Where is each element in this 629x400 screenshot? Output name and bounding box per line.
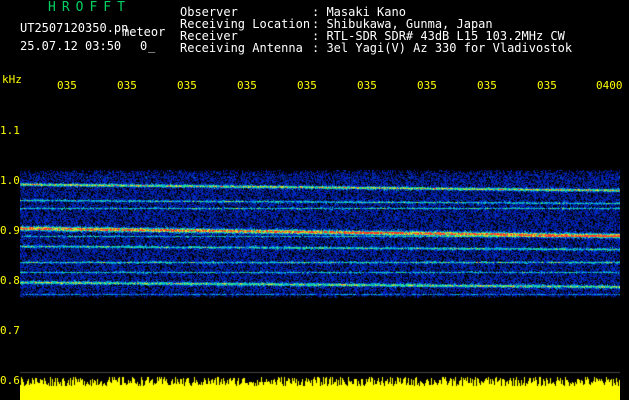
x-tick-label: 035 — [57, 79, 77, 92]
filename-label: UT2507120350.pn — [20, 21, 129, 35]
x-tick-label: 035 — [477, 79, 497, 92]
y-tick-label: 0.8 — [0, 274, 20, 287]
datetime-label: 25.07.12 03:50 — [20, 39, 122, 53]
x-tick-label: 035 — [177, 79, 197, 92]
y-unit-label: kHz — [2, 73, 22, 86]
x-tick-label: 035 — [417, 79, 437, 92]
antenna-label: Receiving Antenna — [180, 41, 303, 55]
y-tick-label: 0.9 — [0, 224, 20, 237]
x-tick-label: 0400 — [596, 79, 623, 92]
x-tick-label: 035 — [297, 79, 317, 92]
y-tick-label: 0.7 — [0, 324, 20, 337]
y-tick-label: 1.1 — [0, 124, 20, 137]
x-tick-label: 035 — [537, 79, 557, 92]
hrofft-logo: HROFFT — [48, 0, 131, 15]
meteor-label: meteor — [122, 25, 166, 39]
meteor-count-mark: _ — [148, 39, 156, 53]
x-tick-label: 035 — [357, 79, 377, 92]
antenna-value: : 3el Yagi(V) Az 330 for Vladivostok — [312, 41, 573, 55]
x-tick-label: 035 — [117, 79, 137, 92]
x-tick-label: 035 — [237, 79, 257, 92]
y-tick-label: 0.6 — [0, 374, 20, 387]
meteor-count: 0 — [140, 39, 148, 53]
y-tick-label: 1.0 — [0, 174, 20, 187]
spectrogram-plot — [20, 100, 620, 400]
